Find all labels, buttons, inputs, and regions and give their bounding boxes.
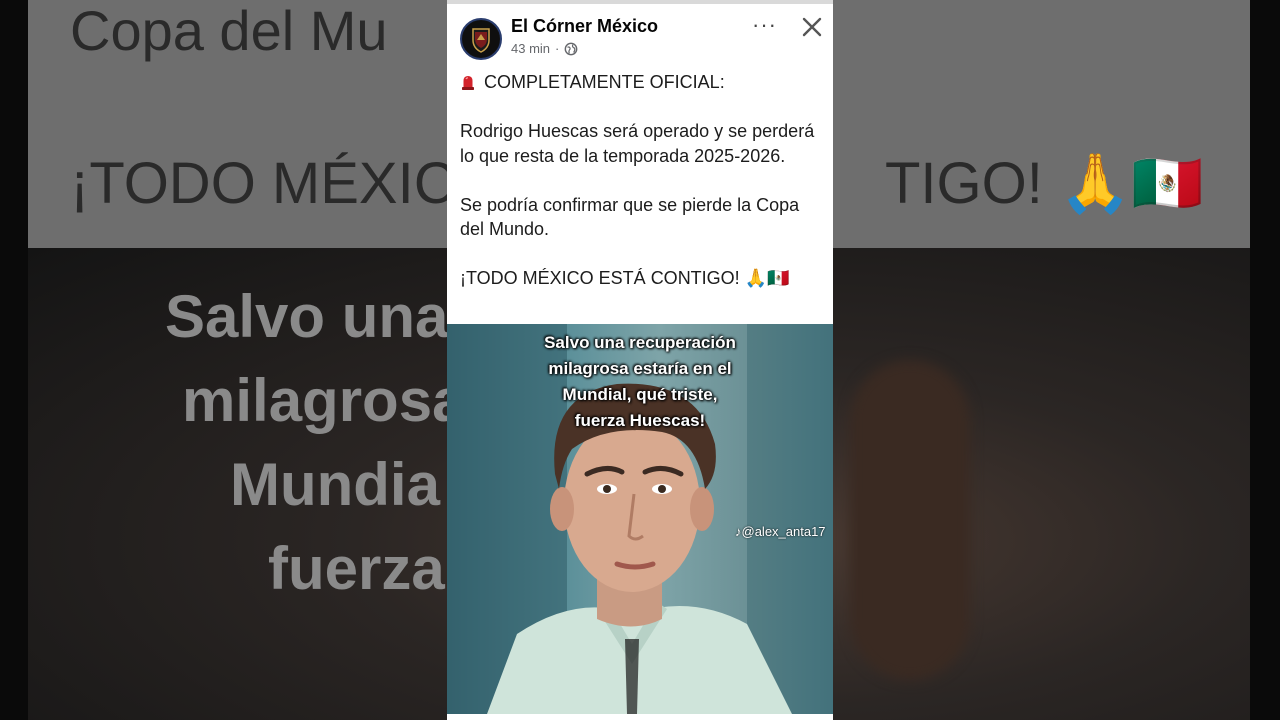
page-name[interactable]: El Córner México bbox=[511, 16, 658, 37]
post-photo[interactable]: Salvo una recuperación milagrosa estaría… bbox=[447, 324, 833, 714]
tiktok-watermark: ♪@alex_anta17 bbox=[735, 524, 826, 539]
card-top-divider bbox=[447, 0, 833, 4]
background-hair-blur bbox=[850, 360, 970, 680]
official-label: COMPLETAMENTE OFICIAL: bbox=[484, 72, 725, 92]
caption-line: milagrosa estaría en el bbox=[548, 359, 732, 378]
post-header: El Córner México 43 min · ··· bbox=[447, 8, 833, 64]
watermark-handle: @alex_anta17 bbox=[741, 524, 826, 539]
card-bottom-strip bbox=[447, 714, 833, 720]
caption-line: Mundial, qué triste, bbox=[562, 385, 718, 404]
background-text-line1: Copa del Mu bbox=[70, 0, 388, 62]
crest-logo-icon bbox=[463, 21, 499, 57]
close-icon[interactable] bbox=[801, 16, 823, 38]
page-avatar[interactable] bbox=[460, 18, 502, 60]
post-paragraph-1: Rodrigo Huescas será operado y se perder… bbox=[460, 121, 815, 166]
more-options-button[interactable]: ··· bbox=[752, 14, 777, 36]
photo-caption: Salvo una recuperación milagrosa estaría… bbox=[447, 330, 833, 434]
meta-separator: · bbox=[555, 41, 560, 56]
caption-line: Salvo una recuperación bbox=[544, 333, 736, 352]
background-text-line2: ¡TODO MÉXIC bbox=[70, 151, 456, 216]
post-paragraph-2: Se podría confirmar que se pierde la Cop… bbox=[460, 194, 800, 240]
post-card: El Córner México 43 min · ··· COMPLETAME… bbox=[447, 0, 833, 720]
globe-icon bbox=[564, 42, 578, 55]
post-line-official: COMPLETAMENTE OFICIAL: bbox=[460, 70, 820, 95]
post-meta: 43 min · bbox=[511, 41, 578, 56]
background-text-line2-right: TIGO! 🙏🇲🇽 bbox=[885, 151, 1204, 216]
siren-icon bbox=[462, 76, 474, 90]
caption-line: fuerza Huescas! bbox=[574, 411, 706, 430]
background-caption-line: Mundia bbox=[230, 451, 440, 518]
background-caption-line: milagrosa bbox=[182, 367, 466, 434]
background-caption-line: fuerza bbox=[268, 535, 445, 602]
post-paragraph-3: ¡TODO MÉXICO ESTÁ CONTIGO! 🙏🇲🇽 bbox=[460, 268, 790, 288]
post-body: COMPLETAMENTE OFICIAL: Rodrigo Huescas s… bbox=[460, 70, 820, 291]
background-caption-line: Salvo una bbox=[165, 283, 449, 350]
post-time[interactable]: 43 min bbox=[511, 41, 550, 56]
